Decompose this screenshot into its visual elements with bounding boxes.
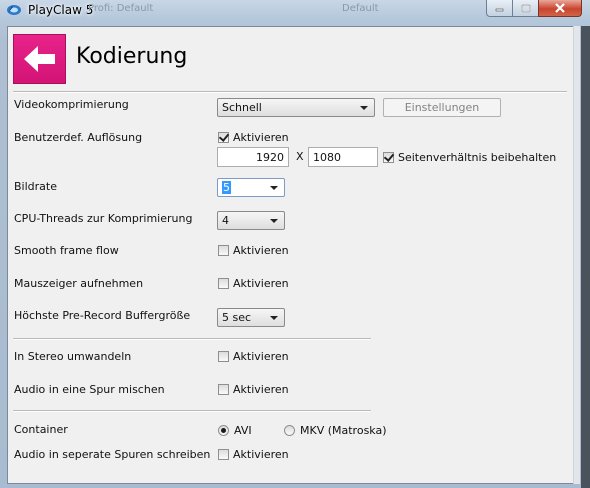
smooth-label: Smooth frame flow: [14, 244, 119, 257]
close-icon: [555, 3, 565, 13]
header-divider: [13, 91, 567, 93]
stereo-checkbox-label: Aktivieren: [233, 350, 289, 363]
mauszeiger-label: Mauszeiger aufnehmen: [14, 277, 144, 290]
panel-edge: [573, 26, 580, 484]
checkbox-box: [218, 449, 229, 460]
bildrate-label: Bildrate: [14, 180, 57, 193]
window-controls: [486, 0, 582, 18]
back-button[interactable]: [13, 34, 66, 84]
mauszeiger-checkbox[interactable]: Aktivieren: [218, 277, 289, 290]
audiomix-checkbox[interactable]: Aktivieren: [218, 383, 289, 396]
aufloesung-label: Benutzerdef. Auflösung: [14, 131, 143, 144]
bildrate-select[interactable]: 5: [217, 178, 285, 197]
radio-mkv-label: MKV (Matroska): [300, 424, 387, 437]
chevron-down-icon: [270, 316, 278, 320]
page-title: Kodierung: [76, 44, 188, 69]
einstellungen-button[interactable]: Einstellungen: [383, 98, 501, 117]
checkbox-box: [218, 351, 229, 362]
window-frame: PlayClaw 5 Profi: Default Default Kodier…: [0, 0, 590, 488]
threads-value: 4: [222, 214, 229, 227]
height-input[interactable]: 1080: [308, 147, 378, 167]
prerecord-select[interactable]: 5 sec: [217, 308, 285, 327]
separate-tracks-checkbox-label: Aktivieren: [233, 448, 289, 461]
maximize-button[interactable]: [512, 0, 538, 17]
arrow-left-icon: [24, 46, 55, 72]
chevron-down-icon: [270, 219, 278, 223]
close-button[interactable]: [538, 0, 582, 17]
window-title: PlayClaw 5: [28, 3, 94, 17]
title-bar[interactable]: PlayClaw 5 Profi: Default Default: [0, 0, 590, 22]
audiomix-label: Audio in eine Spur mischen: [14, 383, 165, 396]
checkbox-box: [218, 245, 229, 256]
checkbox-box: [218, 278, 229, 289]
width-input[interactable]: 1920: [217, 147, 289, 167]
stereo-checkbox[interactable]: Aktivieren: [218, 350, 289, 363]
minimize-button[interactable]: [486, 0, 512, 17]
section-divider-2: [13, 410, 371, 412]
separate-tracks-checkbox[interactable]: Aktivieren: [218, 448, 289, 461]
separate-tracks-label: Audio in seperate Spuren schreiben: [14, 448, 211, 461]
threads-select[interactable]: 4: [217, 211, 285, 230]
smooth-checkbox-label: Aktivieren: [233, 244, 289, 257]
maximize-icon: [520, 3, 531, 13]
radio-avi[interactable]: AVI: [218, 424, 252, 437]
minimize-icon: [495, 8, 504, 12]
aspect-ratio-checkbox[interactable]: Seitenverhältnis beibehalten: [383, 151, 556, 164]
background-scrollbar: [581, 26, 590, 488]
section-divider: [13, 338, 371, 340]
bildrate-value: 5: [222, 181, 231, 194]
aufloesung-checkbox[interactable]: Aktivieren: [218, 131, 289, 144]
checkmark-icon: [383, 152, 394, 163]
radio-selected-icon: [218, 425, 229, 436]
background-window-text: Profi: Default: [88, 3, 154, 14]
videokompression-select[interactable]: Schnell: [217, 98, 375, 117]
mauszeiger-checkbox-label: Aktivieren: [233, 277, 289, 290]
chevron-down-icon: [360, 106, 368, 110]
videokompression-value: Schnell: [222, 101, 262, 114]
container-label: Container: [14, 423, 68, 436]
aspect-ratio-label: Seitenverhältnis beibehalten: [398, 151, 557, 164]
stereo-label: In Stereo umwandeln: [14, 350, 132, 363]
radio-avi-label: AVI: [234, 424, 252, 437]
resolution-separator: X: [296, 150, 304, 163]
chevron-down-icon: [270, 186, 278, 190]
prerecord-label: Höchste Pre-Record Buffergröße: [14, 309, 191, 322]
aufloesung-checkbox-label: Aktivieren: [233, 131, 289, 144]
radio-mkv[interactable]: MKV (Matroska): [284, 424, 387, 437]
audiomix-checkbox-label: Aktivieren: [233, 383, 289, 396]
playclaw-app-icon: [7, 5, 21, 15]
smooth-checkbox[interactable]: Aktivieren: [218, 244, 289, 257]
radio-unselected-icon: [284, 425, 295, 436]
background-window-text-right: Default: [342, 3, 379, 14]
threads-label: CPU-Threads zur Komprimierung: [14, 212, 193, 225]
checkbox-box: [218, 384, 229, 395]
prerecord-value: 5 sec: [222, 311, 252, 324]
videokompression-label: Videokomprimierung: [14, 98, 129, 111]
checkmark-icon: [218, 132, 229, 143]
